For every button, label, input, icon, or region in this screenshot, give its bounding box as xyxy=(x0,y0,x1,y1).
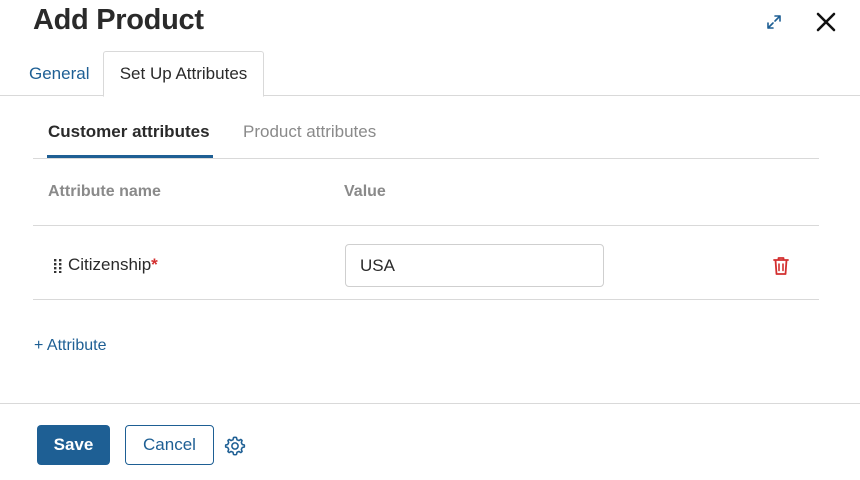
dialog-footer: Save Cancel xyxy=(0,403,860,480)
column-header-attribute-name: Attribute name xyxy=(48,183,161,200)
attribute-sub-tabs: Customer attributes Product attributes xyxy=(33,112,819,159)
dialog-title: Add Product xyxy=(33,4,204,36)
save-button[interactable]: Save xyxy=(37,425,110,465)
main-tabs: General Set Up Attributes xyxy=(0,51,860,97)
add-attribute-link[interactable]: + Attribute xyxy=(34,337,107,355)
table-header: Attribute name Value xyxy=(33,159,819,226)
tab-customer-attributes[interactable]: Customer attributes xyxy=(48,122,210,142)
trash-icon[interactable] xyxy=(770,255,792,277)
expand-icon xyxy=(767,15,781,29)
active-tab-indicator xyxy=(47,155,213,158)
tab-set-up-attributes[interactable]: Set Up Attributes xyxy=(103,51,264,97)
attribute-name: Citizenship* xyxy=(68,255,158,275)
gear-icon[interactable] xyxy=(224,435,246,457)
column-header-value: Value xyxy=(344,183,386,200)
tab-general[interactable]: General xyxy=(29,51,89,96)
cancel-button[interactable]: Cancel xyxy=(125,425,214,465)
attribute-value-input[interactable] xyxy=(345,244,604,287)
tab-product-attributes[interactable]: Product attributes xyxy=(243,122,376,142)
close-icon xyxy=(816,12,836,32)
drag-handle-icon[interactable] xyxy=(53,259,63,273)
required-marker: * xyxy=(151,255,158,274)
expand-button[interactable] xyxy=(762,10,786,34)
table-row: Citizenship* xyxy=(33,226,819,300)
close-button[interactable] xyxy=(812,8,840,36)
attribute-name-label: Citizenship xyxy=(68,255,152,274)
